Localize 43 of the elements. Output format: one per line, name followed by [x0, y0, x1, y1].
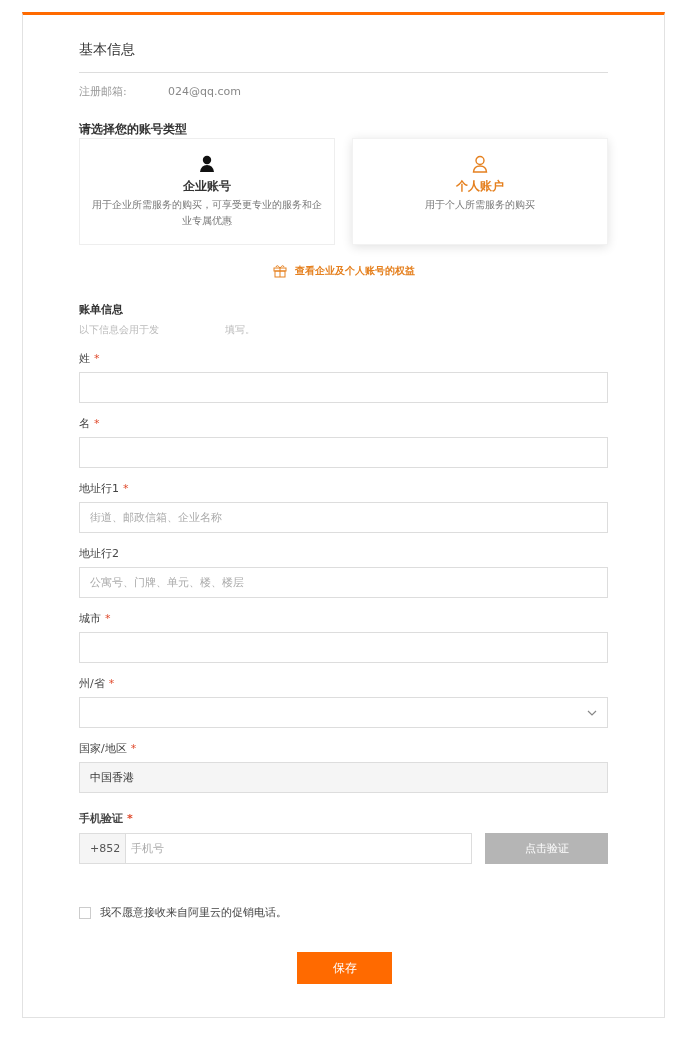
phone-field[interactable]: +852 手机号 [79, 833, 472, 864]
required-mark: * [105, 611, 111, 627]
input-field[interactable] [79, 437, 608, 468]
field-label: 地址行1 [79, 481, 119, 497]
chevron-down-icon [587, 709, 597, 716]
person-icon [472, 155, 488, 173]
field-label: 地址行2 [79, 546, 119, 562]
input-field: 中国香港 [79, 762, 608, 793]
input-field[interactable] [79, 632, 608, 663]
option-title: 个人账户 [456, 178, 504, 195]
input-field[interactable] [79, 372, 608, 403]
gift-icon [272, 264, 287, 278]
save-button[interactable]: 保存 [297, 952, 392, 984]
required-mark: * [127, 811, 133, 827]
select-field[interactable] [79, 697, 608, 728]
person-icon [199, 155, 215, 173]
field-label: 州/省 [79, 676, 105, 692]
section-title: 基本信息 [79, 40, 136, 59]
input-field[interactable]: 公寓号、门牌、单元、楼、楼层 [79, 567, 608, 598]
required-mark: * [94, 351, 100, 367]
required-mark: * [130, 741, 137, 757]
option-description: 用于个人所需服务的购买 [424, 198, 536, 212]
email-value: 024@qq.com [168, 84, 241, 100]
field-label: 国家/地区 [79, 741, 127, 757]
option-description: 用于企业所需服务的购买，可享受更专业的服务和企业专属优惠 [92, 198, 322, 228]
required-mark: * [108, 676, 115, 692]
field-label: 名 [79, 416, 90, 432]
required-mark: * [123, 481, 129, 497]
checkbox[interactable] [79, 906, 91, 919]
field-label: 城市 [79, 611, 101, 627]
field-label: 姓 [79, 351, 90, 367]
benefits-link[interactable]: 查看企业及个人账号的权益 [294, 264, 415, 278]
input-field[interactable]: 街道、邮政信箱、企业名称 [79, 502, 608, 533]
account-option[interactable]: 个人账户 用于个人所需服务的购买 [352, 138, 608, 245]
billing-heading: 账单信息 [79, 302, 124, 318]
required-mark: * [94, 416, 100, 432]
field-label: 手机验证 [79, 811, 123, 827]
checkbox-label: 我不愿意接收来自阿里云的促销电话。 [100, 905, 287, 920]
account-option[interactable]: 企业账号 用于企业所需服务的购买，可享受更专业的服务和企业专属优惠 [79, 138, 335, 245]
country-code: +852 [80, 834, 127, 863]
email-label: 注册邮箱: [79, 84, 128, 100]
option-title: 企业账号 [183, 178, 231, 195]
account-type-heading: 请选择您的账号类型 [79, 121, 188, 138]
